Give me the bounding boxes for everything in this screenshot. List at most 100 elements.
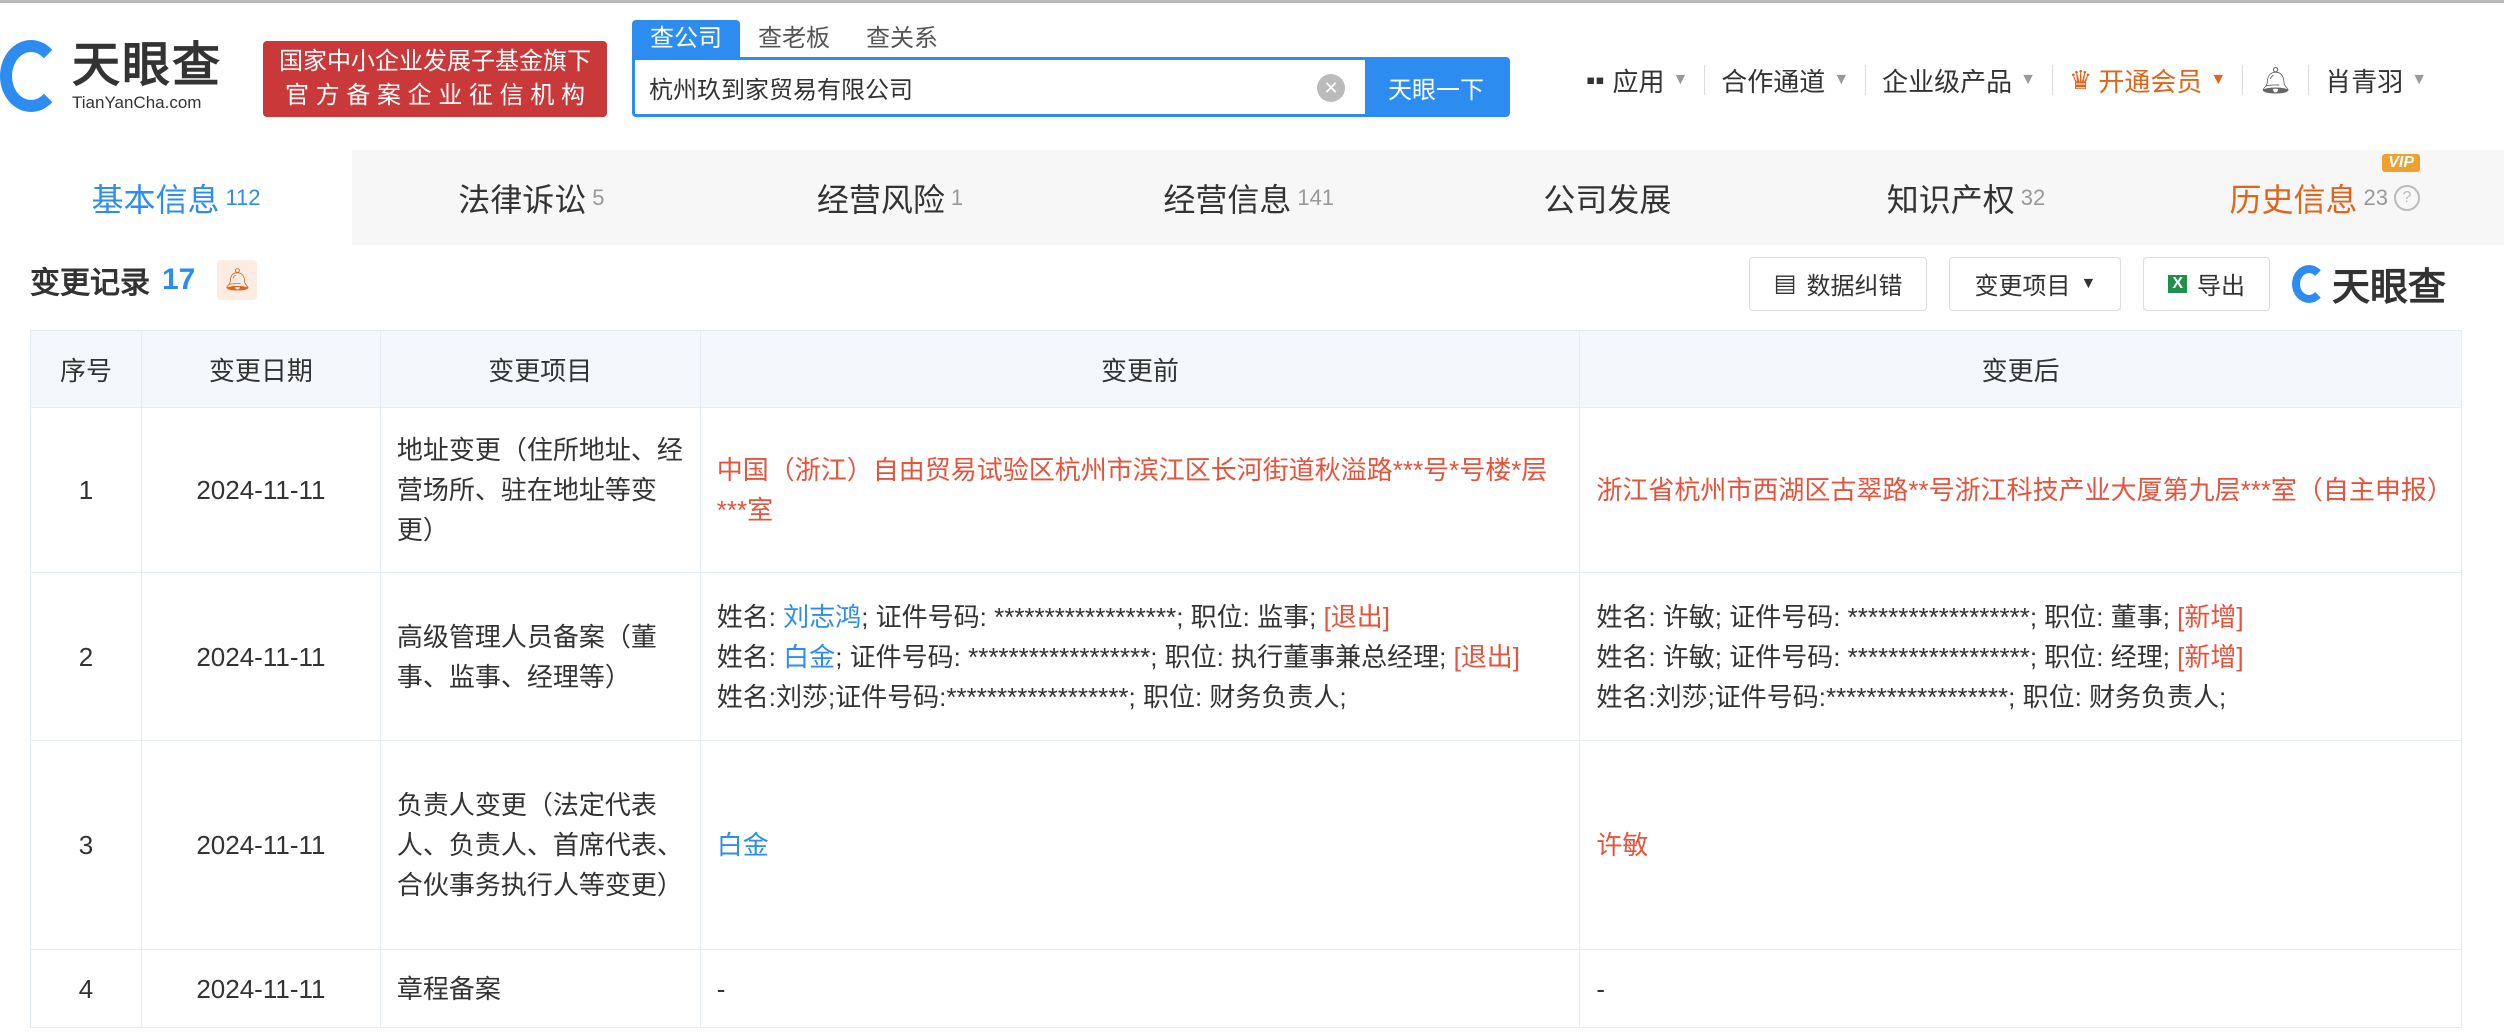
logo-icon [0,40,62,112]
brand-text: 天眼查 [2331,267,2446,309]
search-button[interactable]: 天眼一下 [1365,60,1507,114]
user-name: 肖青羽 [2325,66,2404,97]
search-input[interactable] [635,60,1297,114]
change-item-filter[interactable]: 变更项目 ▼ [1949,256,2122,311]
after-value: - [1579,949,2462,1028]
tab-legal[interactable]: 法律诉讼 5 [352,150,711,245]
tab-label: 历史信息 [2229,181,2358,218]
button-label: 导出 [2196,273,2245,300]
official-badge: 国家中小企业发展子基金旗下官 方 备 案 企 业 征 信 机 构 [263,41,607,117]
logo-domain: TianYanCha.com [72,93,202,112]
section-count: 17 [162,263,196,296]
search-tabs: 查公司 查老板 查关系 [632,20,956,58]
before-value: 姓名: 刘志鸿; 证件号码: ******************; 职位: 监… [699,572,1581,741]
chevron-down-icon: ▼ [1833,71,1850,88]
brand-logo: 天眼查 [2291,256,2446,311]
col-header: 变更前 [699,330,1581,408]
clear-icon[interactable]: ✕ [1317,74,1345,102]
tab-label: 经营信息 [1163,181,1292,218]
col-header: 变更后 [1579,330,2462,408]
notification-bell[interactable]: 🔔︎ [2243,64,2310,95]
button-label: 数据纠错 [1806,273,1903,300]
nav-partner-label: 合作通道 [1721,66,1826,97]
after-value: 浙江省杭州市西湖区古翠路**号浙江科技产业大厦第九层***室（自主申报） [1579,407,2462,573]
text: 姓名: 许敏; 证件号码: ******************; 职位: 董事… [1596,601,2178,632]
export-button[interactable]: X 导出 [2143,256,2270,311]
tab-count: 141 [1297,184,1335,210]
text: 姓名: 许敏; 证件号码: ******************; 职位: 经理… [1596,641,2178,672]
search-box: ✕ 天眼一下 [632,57,1510,117]
col-header: 变更项目 [379,330,701,408]
person-link[interactable]: 刘志鸿 [783,602,861,632]
text: 姓名: [716,641,784,672]
top-nav: ▪▪ 应用 ▼ 合作通道 ▼ 企业级产品 ▼ ♛ 开通会员 ▼ 🔔︎ 肖青羽 ▼ [1570,64,2443,97]
report-icon: ▤ [1773,270,1797,297]
change-item: 章程备案 [379,949,701,1028]
search-tab-relation[interactable]: 查关系 [848,20,956,58]
tab-label: 经营风险 [816,181,945,218]
tab-history[interactable]: VIP 历史信息 23? [2145,150,2504,245]
button-label: 变更项目 [1974,273,2071,300]
tab-count: 23 [2363,184,2388,210]
person-link[interactable]: 白金 [783,642,835,672]
row-number: 1 [30,407,142,573]
text: 姓名:刘莎;证件号码:******************; 职位: 财务负责人… [716,681,1347,712]
nav-partner[interactable]: 合作通道 ▼ [1705,65,1867,97]
tab-count: 32 [2020,184,2046,210]
before-value[interactable]: 白金 [699,740,1581,950]
search-tab-company[interactable]: 查公司 [632,20,740,58]
chevron-down-icon: ▼ [2411,71,2428,88]
row-number: 2 [30,572,142,741]
before-value: 中国（浙江）自由贸易试验区杭州市滨江区长河街道秋溢路***号*号楼*层***室 [699,407,1581,573]
change-date: 2024-11-11 [140,949,381,1028]
caret-down-icon: ▼ [2080,274,2097,292]
tab-operation[interactable]: 经营信息 141 [1069,150,1428,245]
tab-label: 公司发展 [1543,181,1672,218]
change-item: 负责人变更（法定代表人、负责人、首席代表、合伙事务执行人等变更） [379,740,701,950]
col-header: 变更日期 [140,330,381,408]
nav-apps-label: 应用 [1612,66,1665,97]
col-header: 序号 [30,330,142,408]
help-icon[interactable]: ? [2393,184,2420,211]
monitor-bell-icon[interactable]: 🔔︎ [217,260,258,300]
person-entry: 姓名: 刘志鸿; 证件号码: ******************; 职位: 监… [717,597,1564,637]
person-entry: 姓名: 许敏; 证件号码: ******************; 职位: 经理… [1596,637,2445,677]
text: ; 证件号码: ******************; 职位: 监事; [861,601,1324,632]
text: 姓名:刘莎;证件号码:******************; 职位: 财务负责人… [1596,681,2227,712]
nav-enterprise[interactable]: 企业级产品 ▼ [1866,65,2054,97]
status-tag: [新增] [2177,601,2244,632]
crown-icon: ♛ [2069,64,2093,95]
nav-apps[interactable]: ▪▪ 应用 ▼ [1570,65,1706,97]
tab-basic-info[interactable]: 基本信息 112 [0,150,352,245]
status-tag: [新增] [2177,641,2244,672]
table-header-row: 序号 变更日期 变更项目 变更前 变更后 [30,330,2462,408]
chevron-down-icon: ▼ [2210,71,2227,88]
nav-vip[interactable]: ♛ 开通会员 ▼ [2053,64,2244,97]
nav-vip-label: 开通会员 [2098,66,2203,97]
person-entry: 姓名:刘莎;证件号码:******************; 职位: 财务负责人… [717,677,1564,717]
change-date: 2024-11-11 [140,572,381,741]
status-tag: [退出] [1323,601,1391,632]
person-entry: 姓名: 许敏; 证件号码: ******************; 职位: 董事… [1596,597,2445,637]
tab-count: 112 [225,184,261,210]
tianyancha-logo[interactable]: 天眼查 TianYanCha.com [0,39,222,113]
tab-risk[interactable]: 经营风险 1 [711,150,1070,245]
tab-development[interactable]: 公司发展 [1428,150,1787,245]
tab-ip[interactable]: 知识产权 32 [1787,150,2146,245]
table-row: 3 2024-11-11 负责人变更（法定代表人、负责人、首席代表、合伙事务执行… [30,740,2462,950]
before-value: - [699,949,1581,1028]
nav-enterprise-label: 企业级产品 [1882,66,2013,97]
report-error-button[interactable]: ▤ 数据纠错 [1748,256,1928,311]
row-number: 4 [30,949,142,1028]
status-tag: [退出] [1453,641,1521,672]
user-menu[interactable]: 肖青羽 ▼ [2309,65,2443,97]
search-tab-boss[interactable]: 查老板 [740,20,848,58]
after-value: 许敏 [1579,740,2462,950]
person-entry: 姓名: 白金; 证件号码: ******************; 职位: 执行… [717,637,1564,677]
top-header: 天眼查 TianYanCha.com 国家中小企业发展子基金旗下官 方 备 案 企… [0,0,2504,150]
section-header: 变更记录 17 🔔︎ [30,258,258,302]
chevron-down-icon: ▼ [2020,71,2037,88]
change-item: 高级管理人员备案（董事、监事、经理等） [379,572,701,741]
bell-icon: 🔔︎ [2259,64,2293,95]
main-tabs: 基本信息 112 法律诉讼 5 经营风险 1 经营信息 141 公司发展 知识产权 32 … [0,150,2504,245]
